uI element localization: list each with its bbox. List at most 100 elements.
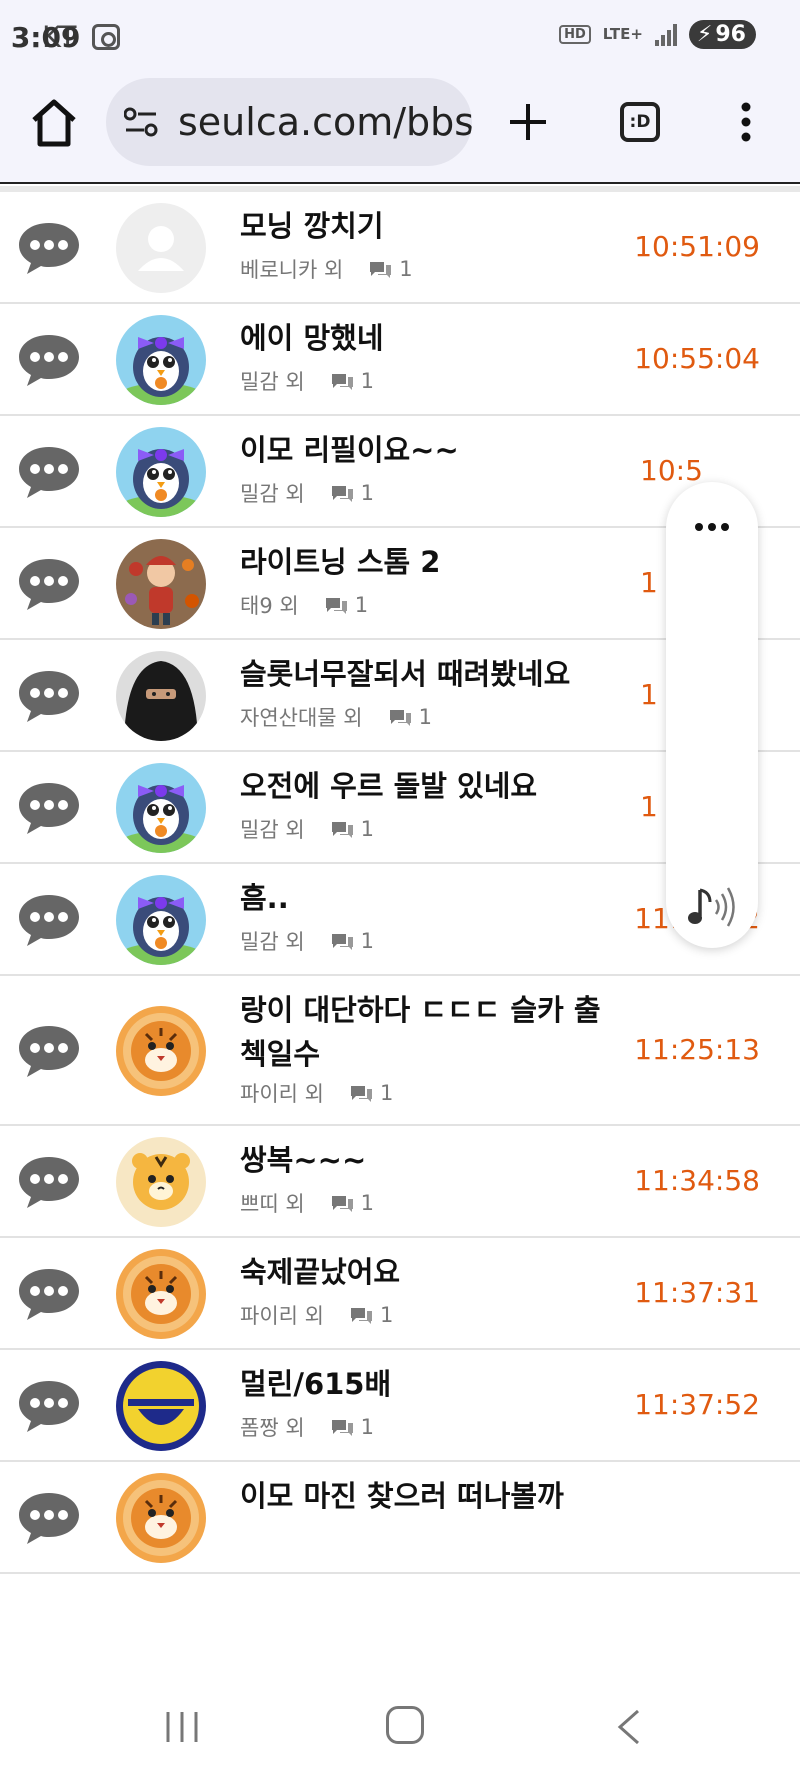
list-item[interactable]: 에이 망했네밀감 외 1 10:55:04 (0, 304, 800, 416)
system-navigation-bar (0, 1670, 800, 1778)
post-title[interactable]: 멀린/615배 (240, 1362, 610, 1406)
post-time: 1 (640, 678, 658, 711)
boy-avatar[interactable] (116, 539, 206, 629)
veiled-avatar[interactable] (116, 651, 206, 741)
more-vert-icon[interactable] (740, 102, 752, 142)
chat-bubble-icon (16, 1378, 82, 1434)
author-name: 베로니카 외 (240, 258, 344, 282)
post-time: 10:55:04 (634, 342, 760, 375)
chat-bubble-icon (16, 1023, 82, 1079)
post-title[interactable]: 랑이 대단하다 ㄷㄷㄷ 슬카 출첵일수 (240, 988, 610, 1076)
chat-bubble-icon (16, 1154, 82, 1210)
home-icon[interactable] (30, 96, 78, 150)
post-meta: 자연산대물 외 1 (240, 702, 432, 732)
chat-bubble-icon (16, 556, 82, 612)
network-type: LTE+ (602, 25, 643, 43)
author-name: 태9 외 (240, 594, 299, 618)
smile-avatar[interactable] (116, 1361, 206, 1451)
post-time: 11:25:13 (634, 1033, 760, 1066)
status-right: HD LTE+ ⚡ 96 (559, 20, 756, 49)
default-avatar[interactable] (116, 203, 206, 293)
post-title[interactable]: 라이트닝 스톰 2 (240, 540, 610, 584)
post-time: 11:37:52 (634, 1388, 760, 1421)
list-item[interactable]: 이모 마진 찾으러 떠나볼까 (0, 1462, 800, 1574)
comment-count: 1 (399, 257, 413, 281)
post-title[interactable]: 흠.. (240, 876, 610, 920)
comment-icon (323, 595, 349, 615)
post-meta: 파이리 외 1 (240, 1078, 393, 1108)
post-time: 10:5 (640, 454, 703, 487)
post-meta: 밀감 외 1 (240, 366, 374, 396)
back-icon[interactable] (614, 1708, 644, 1746)
post-title[interactable]: 에이 망했네 (240, 316, 610, 360)
floating-side-panel[interactable] (666, 482, 758, 948)
music-speaker-icon[interactable] (684, 882, 740, 932)
browser-toolbar: seulca.com/bbs :D (0, 72, 800, 184)
author-name: 폼짱 외 (240, 1416, 305, 1440)
tab-switcher-button[interactable]: :D (620, 102, 660, 142)
chat-bubble-icon (16, 1266, 82, 1322)
post-meta: 쁘띠 외 1 (240, 1188, 374, 1218)
tiger-avatar[interactable] (116, 1249, 206, 1339)
post-time: 1 (640, 566, 658, 599)
penguin-avatar[interactable] (116, 875, 206, 965)
post-meta: 파이리 외 1 (240, 1300, 393, 1330)
post-title[interactable]: 이모 마진 찾으러 떠나볼까 (240, 1474, 610, 1518)
post-time: 11:37:31 (634, 1276, 760, 1309)
post-title[interactable]: 모닝 깡치기 (240, 204, 610, 248)
tiger-avatar[interactable] (116, 1473, 206, 1563)
post-title[interactable]: 쌍복~~~ (240, 1138, 610, 1182)
author-name: 쁘띠 외 (240, 1192, 305, 1216)
comment-icon (348, 1083, 374, 1103)
post-meta: 태9 외 1 (240, 590, 368, 620)
comment-count: 1 (360, 481, 375, 505)
post-meta: 밀감 외 1 (240, 926, 374, 956)
post-title[interactable]: 숙제끝났어요 (240, 1250, 610, 1294)
comment-count: 1 (418, 705, 432, 729)
post-title[interactable]: 슬롯너무잘되서 때려봤네요 (240, 652, 610, 696)
post-time: 10:51:09 (634, 230, 760, 263)
post-title[interactable]: 오전에 우르 돌발 있네요 (240, 764, 610, 808)
home-nav-icon[interactable] (386, 1706, 424, 1744)
chat-bubble-icon (16, 332, 82, 388)
tiger-cub-avatar[interactable] (116, 1137, 206, 1227)
chat-bubble-icon (16, 668, 82, 724)
screen-record-icon (92, 24, 121, 50)
comment-icon (367, 259, 393, 279)
status-left: KT 3:09 (11, 20, 121, 54)
signal-icon (654, 23, 677, 46)
list-item[interactable]: 멀린/615배폼짱 외 1 11:37:52 (0, 1350, 800, 1462)
author-name: 자연산대물 외 (240, 706, 363, 730)
post-meta: 폼짱 외 1 (240, 1412, 374, 1442)
recent-apps-icon[interactable] (164, 1710, 200, 1744)
tiger-avatar[interactable] (116, 1006, 206, 1096)
penguin-avatar[interactable] (116, 315, 206, 405)
hd-voice-badge: HD (559, 25, 591, 44)
list-item[interactable]: 숙제끝났어요파이리 외 1 11:37:31 (0, 1238, 800, 1350)
chat-bubble-icon (16, 780, 82, 836)
post-time: 1 (640, 790, 658, 823)
comment-icon (348, 1305, 374, 1325)
site-settings-icon[interactable] (124, 106, 158, 138)
penguin-avatar[interactable] (116, 427, 206, 517)
url-text[interactable]: seulca.com/bbs (178, 100, 472, 144)
author-name: 밀감 외 (240, 818, 305, 842)
status-bar: KT 3:09 HD LTE+ ⚡ 96 (0, 0, 800, 72)
author-name: 밀감 외 (240, 370, 305, 394)
author-name: 파이리 외 (240, 1082, 324, 1106)
battery-level: 96 (715, 22, 746, 47)
list-item[interactable]: 랑이 대단하다 ㄷㄷㄷ 슬카 출첵일수 파이리 외 1 11:25:13 (0, 976, 800, 1126)
list-item[interactable]: 쌍복~~~ 쁘띠 외 1 11:34:58 (0, 1126, 800, 1238)
penguin-avatar[interactable] (116, 763, 206, 853)
list-item[interactable]: 모닝 깡치기베로니카 외 1 10:51:09 (0, 192, 800, 304)
chat-bubble-icon (16, 892, 82, 948)
post-title[interactable]: 이모 리필이요~~ (240, 428, 610, 472)
comment-icon (329, 1417, 355, 1437)
more-horiz-icon[interactable] (694, 522, 730, 532)
post-time: 11:34:58 (634, 1164, 760, 1197)
new-tab-plus-icon[interactable] (508, 102, 548, 142)
chat-bubble-icon (16, 1490, 82, 1546)
address-bar[interactable]: seulca.com/bbs (106, 78, 472, 166)
author-name: 밀감 외 (240, 930, 305, 954)
post-meta: 밀감 외 1 (240, 814, 374, 844)
